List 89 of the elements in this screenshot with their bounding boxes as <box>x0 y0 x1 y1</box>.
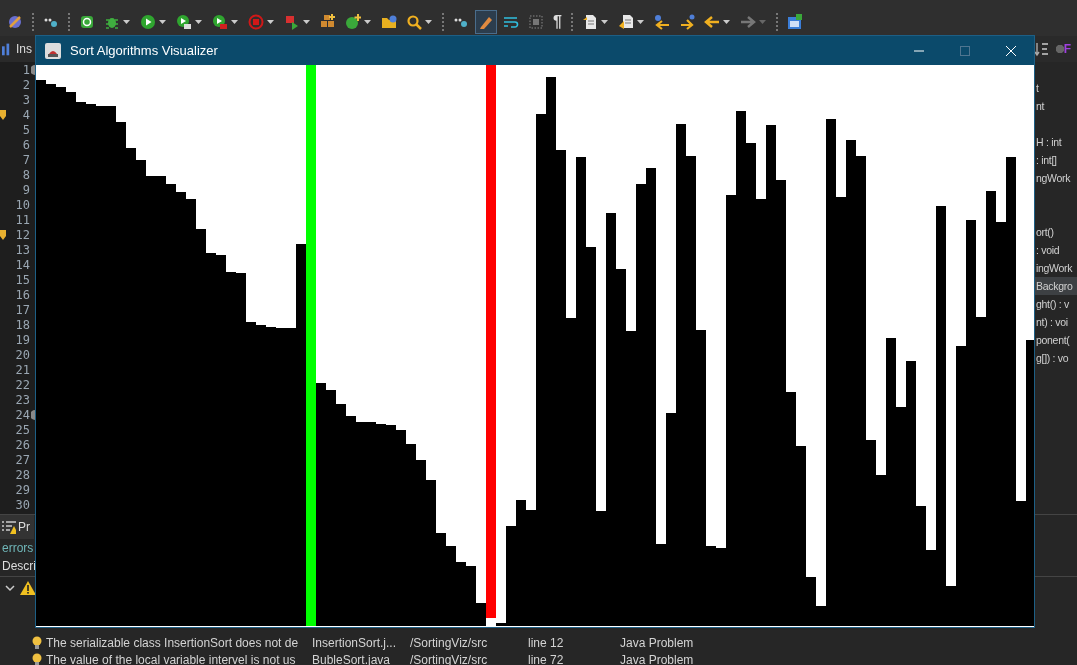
editor-tab[interactable]: Ins <box>0 40 32 58</box>
pilcrow-button[interactable]: ¶ <box>550 10 565 34</box>
line-number: 1 <box>22 61 30 79</box>
fold-icon[interactable] <box>31 64 35 75</box>
panel-tab[interactable]: Pr <box>0 515 34 539</box>
resource-cell-text: InsertionSort.j... <box>312 634 398 652</box>
outline-item[interactable]: : int[] <box>1035 151 1077 169</box>
location-cell-text: line 12 <box>528 634 565 652</box>
line-number: 7 <box>22 151 30 169</box>
panel-icon <box>786 14 803 30</box>
line-number: 23 <box>15 391 30 409</box>
document-icon <box>581 14 598 30</box>
lightbulb-icon <box>32 635 42 650</box>
line-number: 3 <box>22 91 30 109</box>
line-number: 2 <box>22 76 30 94</box>
tool-icon <box>7 14 23 30</box>
outline-item[interactable]: nt <box>1035 97 1077 115</box>
line-number: 27 <box>15 451 30 469</box>
summary-text: errors <box>2 539 34 557</box>
line-number: 11 <box>15 211 30 229</box>
type-cell-text: Java Problem <box>620 651 694 665</box>
arrow-right-icon <box>739 14 756 30</box>
line-number: 17 <box>15 301 30 319</box>
window-title: Sort Algorithms Visualizer <box>70 41 218 60</box>
line-number: 4 <box>22 106 30 124</box>
flag-icon <box>284 14 300 30</box>
line-number: 12 <box>15 226 30 244</box>
arrow-right-icon <box>678 14 695 30</box>
line-number: 28 <box>15 466 30 484</box>
path-cell-text: /SortingViz/src <box>410 634 489 652</box>
description-cell-text: The value of the local variable intervel is not us <box>45 651 297 665</box>
search-icon <box>406 14 422 30</box>
line-number: 5 <box>22 121 30 139</box>
tab-label[interactable]: Pr <box>18 518 30 536</box>
line-number: 8 <box>22 166 30 184</box>
outline-item[interactable]: g[]) : vo <box>1035 349 1077 367</box>
outline-item[interactable]: Backgro <box>1035 277 1077 295</box>
stop-icon <box>248 14 264 30</box>
line-number: 26 <box>15 436 30 454</box>
app-icon <box>44 41 62 60</box>
arrow-left-icon <box>653 14 670 30</box>
line-number: 18 <box>15 316 30 334</box>
line-number: 25 <box>15 421 30 439</box>
outline-item[interactable]: ingWork <box>1035 259 1077 277</box>
line-number: 14 <box>15 256 30 274</box>
pencil-icon <box>478 14 494 30</box>
outline-item[interactable]: ngWork <box>1035 169 1077 187</box>
problems-icon <box>2 520 16 534</box>
line-number: 9 <box>22 181 30 199</box>
line-number: 29 <box>15 481 30 499</box>
lightbulb-icon <box>32 652 42 665</box>
line-number: 19 <box>15 331 30 349</box>
maximize-icon <box>960 45 970 56</box>
line-number: 13 <box>15 241 30 259</box>
play-icon <box>212 14 228 30</box>
dotted-square-icon <box>528 14 544 30</box>
description-cell-text: The serializable class InsertionSort does not de <box>45 634 300 652</box>
line-number: 10 <box>15 196 30 214</box>
outline-item[interactable]: ght() : v <box>1035 295 1077 313</box>
location-cell-text: line 72 <box>528 651 565 665</box>
fold-icon[interactable] <box>31 409 35 420</box>
line-number: 15 <box>15 271 30 289</box>
line-number: 16 <box>15 286 30 304</box>
sort-icon[interactable] <box>1033 41 1050 57</box>
line-number: 24 <box>15 406 30 424</box>
play-icon <box>140 14 156 30</box>
line-number: 22 <box>15 376 30 394</box>
wrap-icon <box>503 14 519 30</box>
line-number: 6 <box>22 136 30 154</box>
plus-circle-icon <box>345 14 361 30</box>
blocks-icon <box>320 14 336 30</box>
chevron-icon[interactable] <box>4 582 16 594</box>
outline-item[interactable]: ort() <box>1035 223 1077 241</box>
power-icon <box>79 14 95 30</box>
outline-item[interactable]: : void <box>1035 241 1077 259</box>
outline-item[interactable]: t <box>1035 79 1077 97</box>
outline-item[interactable]: nt) : voi <box>1035 313 1077 331</box>
line-number: 30 <box>15 496 30 514</box>
outline-item[interactable]: H : int <box>1035 133 1077 151</box>
close-icon <box>1006 45 1016 56</box>
play-icon <box>176 14 192 30</box>
line-number: 21 <box>15 361 30 379</box>
type-cell-text: Java Problem <box>620 634 694 652</box>
arrow-left-icon <box>703 14 720 30</box>
line-number: 20 <box>15 346 30 364</box>
document-icon <box>617 14 634 30</box>
outline-item[interactable]: ponent( <box>1035 331 1077 349</box>
folder-icon <box>381 14 397 30</box>
column-header[interactable]: Descri <box>2 557 36 575</box>
